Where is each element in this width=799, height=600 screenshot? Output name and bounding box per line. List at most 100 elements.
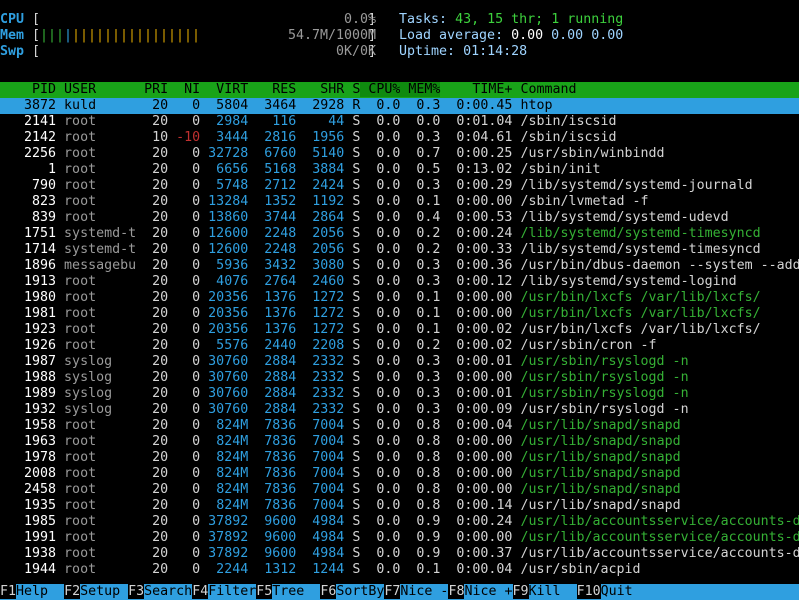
fkey-f4[interactable]: F4 — [192, 584, 208, 599]
process-command: /usr/lib/accountsservice/accounts-dae — [512, 546, 799, 561]
process-ni: 0 — [168, 210, 200, 225]
process-cpu: 0.0 — [360, 242, 400, 257]
process-state: S — [344, 274, 360, 289]
process-row[interactable]: 2142 root 10 -10 3444 2816 1956 S 0.0 0.… — [0, 130, 799, 146]
process-row[interactable]: 1958 root 20 0 824M 7836 7004 S 0.0 0.8 … — [0, 418, 799, 434]
htop-terminal-window: CPU [ ]0.0%Mem [|||||||||||||||||||| ]54… — [0, 0, 799, 600]
fkey-f9-label[interactable]: Kill — [529, 584, 577, 599]
process-pri: 20 — [136, 450, 168, 465]
process-row[interactable]: 2008 root 20 0 824M 7836 7004 S 0.0 0.8 … — [0, 466, 799, 482]
process-state: S — [344, 338, 360, 353]
process-row[interactable]: 1926 root 20 0 5576 2440 2208 S 0.0 0.2 … — [0, 338, 799, 354]
process-row[interactable]: 1913 root 20 0 4076 2764 2460 S 0.0 0.3 … — [0, 274, 799, 290]
process-list[interactable]: 3872 kuld 20 0 5804 3464 2928 R 0.0 0.3 … — [0, 98, 799, 578]
process-res: 7836 — [248, 418, 296, 433]
fkey-f4-label[interactable]: Filter — [208, 584, 256, 599]
tasks-label: Tasks: — [399, 12, 447, 27]
col-header-command[interactable]: Command — [512, 82, 576, 97]
function-key-bar[interactable]: F1Help F2Setup F3SearchF4FilterF5Tree F6… — [0, 584, 799, 600]
process-row[interactable]: 1714 systemd-t 20 0 12600 2248 2056 S 0.… — [0, 242, 799, 258]
col-header-pri[interactable]: PRI — [136, 82, 168, 97]
process-row[interactable]: 1985 root 20 0 37892 9600 4984 S 0.0 0.9… — [0, 514, 799, 530]
fkey-f9[interactable]: F9 — [513, 584, 529, 599]
process-pid: 1935 — [0, 498, 56, 513]
process-row[interactable]: 1963 root 20 0 824M 7836 7004 S 0.0 0.8 … — [0, 434, 799, 450]
process-cpu: 0.0 — [360, 274, 400, 289]
process-row[interactable]: 1896 messagebu 20 0 5936 3432 3080 S 0.0… — [0, 258, 799, 274]
process-row[interactable]: 2256 root 20 0 32728 6760 5140 S 0.0 0.7… — [0, 146, 799, 162]
fkey-f10[interactable]: F10 — [577, 584, 601, 599]
process-row-filler — [681, 450, 799, 465]
fkey-f7-label[interactable]: Nice - — [400, 584, 448, 599]
process-row[interactable]: 2141 root 20 0 2984 116 44 S 0.0 0.0 0:0… — [0, 114, 799, 130]
fkey-f2[interactable]: F2 — [64, 584, 80, 599]
process-row[interactable]: 790 root 20 0 5748 2712 2424 S 0.0 0.3 0… — [0, 178, 799, 194]
fkey-f2-label[interactable]: Setup — [80, 584, 128, 599]
process-row[interactable]: 2458 root 20 0 824M 7836 7004 S 0.0 0.8 … — [0, 482, 799, 498]
process-row[interactable]: 1938 root 20 0 37892 9600 4984 S 0.0 0.9… — [0, 546, 799, 562]
col-header-virt[interactable]: VIRT — [200, 82, 248, 97]
process-row[interactable]: 1978 root 20 0 824M 7836 7004 S 0.0 0.8 … — [0, 450, 799, 466]
process-row[interactable]: 1 root 20 0 6656 5168 3884 S 0.0 0.5 0:1… — [0, 162, 799, 178]
process-mem: 0.8 — [400, 466, 440, 481]
process-row[interactable]: 823 root 20 0 13284 1352 1192 S 0.0 0.1 … — [0, 194, 799, 210]
process-table-header[interactable]: PID USER PRI NI VIRT RES SHR S CPU% MEM%… — [0, 82, 799, 98]
process-command: htop — [512, 98, 552, 113]
process-row[interactable]: 1751 systemd-t 20 0 12600 2248 2056 S 0.… — [0, 226, 799, 242]
process-row[interactable]: 1988 syslog 20 0 30760 2884 2332 S 0.0 0… — [0, 370, 799, 386]
process-cpu: 0.0 — [360, 178, 400, 193]
process-pri: 20 — [136, 562, 168, 577]
col-header-pid[interactable]: PID — [0, 82, 56, 97]
col-header-time[interactable]: TIME+ — [440, 82, 512, 97]
col-header-shr[interactable]: SHR — [296, 82, 344, 97]
fkey-f7[interactable]: F7 — [384, 584, 400, 599]
col-header-user[interactable]: USER — [56, 82, 136, 97]
meter-mem[interactable]: Mem [|||||||||||||||||||| ]54.7M/1000M — [0, 28, 376, 44]
process-pri: 20 — [136, 514, 168, 529]
fkey-f10-label[interactable]: Quit — [601, 584, 633, 599]
process-pid: 1980 — [0, 290, 56, 305]
process-row[interactable]: 1923 root 20 0 20356 1376 1272 S 0.0 0.1… — [0, 322, 799, 338]
process-pid: 1932 — [0, 402, 56, 417]
process-ni: 0 — [168, 386, 200, 401]
process-row[interactable]: 1989 syslog 20 0 30760 2884 2332 S 0.0 0… — [0, 386, 799, 402]
process-row[interactable]: 1935 root 20 0 824M 7836 7004 S 0.0 0.8 … — [0, 498, 799, 514]
process-user: syslog — [56, 402, 136, 417]
col-header-cpu[interactable]: CPU% — [360, 82, 400, 97]
fkey-f5[interactable]: F5 — [256, 584, 272, 599]
process-time: 0:00.00 — [440, 306, 512, 321]
col-header-state[interactable]: S — [344, 82, 360, 97]
process-row[interactable]: 1991 root 20 0 37892 9600 4984 S 0.0 0.9… — [0, 530, 799, 546]
col-header-res[interactable]: RES — [248, 82, 296, 97]
process-row[interactable]: 1987 syslog 20 0 30760 2884 2332 S 0.0 0… — [0, 354, 799, 370]
col-header-ni[interactable]: NI — [168, 82, 200, 97]
process-row[interactable]: 3872 kuld 20 0 5804 3464 2928 R 0.0 0.3 … — [0, 98, 799, 114]
process-row[interactable]: 1944 root 20 0 2244 1312 1244 S 0.0 0.1 … — [0, 562, 799, 578]
meter-swp[interactable]: Swp [ ]0K/0K — [0, 44, 376, 60]
process-row[interactable]: 1981 root 20 0 20356 1376 1272 S 0.0 0.1… — [0, 306, 799, 322]
fkey-f1-label[interactable]: Help — [16, 584, 64, 599]
fkey-f5-label[interactable]: Tree — [272, 584, 320, 599]
process-pid: 1944 — [0, 562, 56, 577]
process-row-filler — [601, 162, 799, 177]
process-pri: 20 — [136, 546, 168, 561]
process-row[interactable]: 1980 root 20 0 20356 1376 1272 S 0.0 0.1… — [0, 290, 799, 306]
process-pri: 20 — [136, 498, 168, 513]
fkey-f3-label[interactable]: Search — [144, 584, 192, 599]
process-state: S — [344, 386, 360, 401]
process-virt: 20356 — [200, 306, 248, 321]
process-time: 0:00.25 — [440, 146, 512, 161]
process-cpu: 0.0 — [360, 402, 400, 417]
fkey-f8[interactable]: F8 — [448, 584, 464, 599]
process-command: /sbin/lvmetad -f — [512, 194, 648, 209]
fkey-f3[interactable]: F3 — [128, 584, 144, 599]
fkey-f6[interactable]: F6 — [320, 584, 336, 599]
process-res: 1376 — [248, 322, 296, 337]
process-row[interactable]: 1932 syslog 20 0 30760 2884 2332 S 0.0 0… — [0, 402, 799, 418]
col-header-mem[interactable]: MEM% — [400, 82, 440, 97]
process-row[interactable]: 839 root 20 0 13860 3744 2864 S 0.0 0.4 … — [0, 210, 799, 226]
meter-cpu[interactable]: CPU [ ]0.0% — [0, 12, 376, 28]
fkey-f6-label[interactable]: SortBy — [336, 584, 384, 599]
fkey-f8-label[interactable]: Nice + — [464, 584, 512, 599]
fkey-f1[interactable]: F1 — [0, 584, 16, 599]
